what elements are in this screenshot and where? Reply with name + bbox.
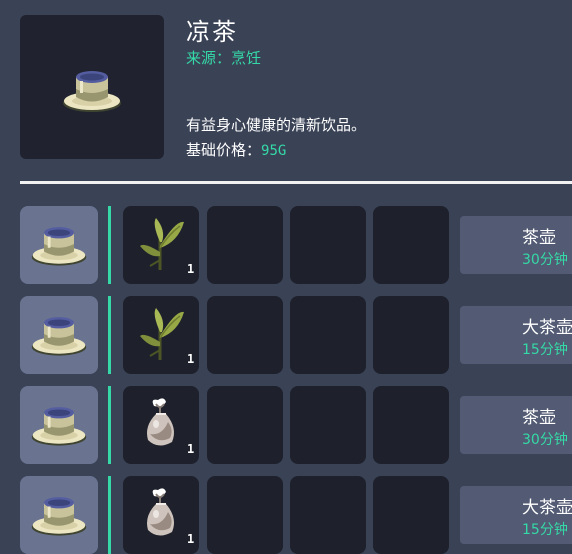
tool-name: 茶壶 xyxy=(522,408,556,428)
empty-ingredient-slot xyxy=(290,206,366,284)
price-value: 95G xyxy=(261,143,287,159)
tool-name: 大茶壶 xyxy=(522,498,572,518)
tea-leaf-icon xyxy=(140,308,184,360)
cook-time: 30分钟 xyxy=(522,252,568,268)
tea-leaf-icon xyxy=(140,218,184,270)
header-divider xyxy=(20,181,572,184)
cooking-tool-info: 大茶壶 15分钟 xyxy=(460,306,572,364)
empty-ingredient-slot xyxy=(290,386,366,464)
empty-ingredient-slot xyxy=(207,206,283,284)
tea-bag-icon xyxy=(147,488,174,536)
cold-tea-cup-icon xyxy=(31,497,87,536)
ingredient-slot[interactable]: 1 xyxy=(123,476,199,554)
row-accent-bar xyxy=(108,296,111,374)
empty-ingredient-slot xyxy=(207,386,283,464)
ingredient-count: 1 xyxy=(187,532,195,546)
price-label: 基础价格： xyxy=(186,141,262,159)
cold-tea-cup-icon xyxy=(63,71,121,112)
tea-bag-icon xyxy=(147,398,174,446)
empty-ingredient-slot xyxy=(207,296,283,374)
recipe-row[interactable]: 1 茶壶 30分钟 xyxy=(0,206,572,284)
cold-tea-cup-icon xyxy=(31,227,87,266)
ingredient-count: 1 xyxy=(187,352,195,366)
product-slot[interactable] xyxy=(20,476,98,554)
item-source: 来源：烹饪 xyxy=(186,49,262,67)
cook-time: 15分钟 xyxy=(522,342,568,358)
cooking-tool-info: 茶壶 30分钟 xyxy=(460,396,572,454)
recipe-row[interactable]: 1 茶壶 30分钟 xyxy=(0,386,572,464)
cold-tea-cup-icon xyxy=(31,407,87,446)
ingredient-slot[interactable]: 1 xyxy=(123,206,199,284)
empty-ingredient-slot xyxy=(373,386,449,464)
item-name: 凉茶 xyxy=(186,18,238,46)
ingredient-slot[interactable]: 1 xyxy=(123,386,199,464)
product-slot[interactable] xyxy=(20,206,98,284)
cooking-tool-info: 茶壶 30分钟 xyxy=(460,216,572,274)
empty-ingredient-slot xyxy=(207,476,283,554)
ingredient-count: 1 xyxy=(187,442,195,456)
cooking-tool-info: 大茶壶 15分钟 xyxy=(460,486,572,544)
empty-ingredient-slot xyxy=(373,206,449,284)
row-accent-bar xyxy=(108,476,111,554)
recipe-row[interactable]: 1 大茶壶 15分钟 xyxy=(0,296,572,374)
recipe-row[interactable]: 1 大茶壶 15分钟 xyxy=(0,476,572,554)
item-preview-frame xyxy=(20,15,164,159)
empty-ingredient-slot xyxy=(373,296,449,374)
product-slot[interactable] xyxy=(20,296,98,374)
empty-ingredient-slot xyxy=(290,296,366,374)
cold-tea-cup-icon xyxy=(31,317,87,356)
ingredient-count: 1 xyxy=(187,262,195,276)
product-slot[interactable] xyxy=(20,386,98,464)
empty-ingredient-slot xyxy=(290,476,366,554)
item-price: 基础价格：95G xyxy=(186,139,286,160)
tool-name: 大茶壶 xyxy=(522,318,572,338)
cook-time: 30分钟 xyxy=(522,432,568,448)
empty-ingredient-slot xyxy=(373,476,449,554)
row-accent-bar xyxy=(108,206,111,284)
row-accent-bar xyxy=(108,386,111,464)
ingredient-slot[interactable]: 1 xyxy=(123,296,199,374)
item-description: 有益身心健康的清新饮品。 xyxy=(186,116,367,134)
cook-time: 15分钟 xyxy=(522,522,568,538)
tool-name: 茶壶 xyxy=(522,228,556,248)
